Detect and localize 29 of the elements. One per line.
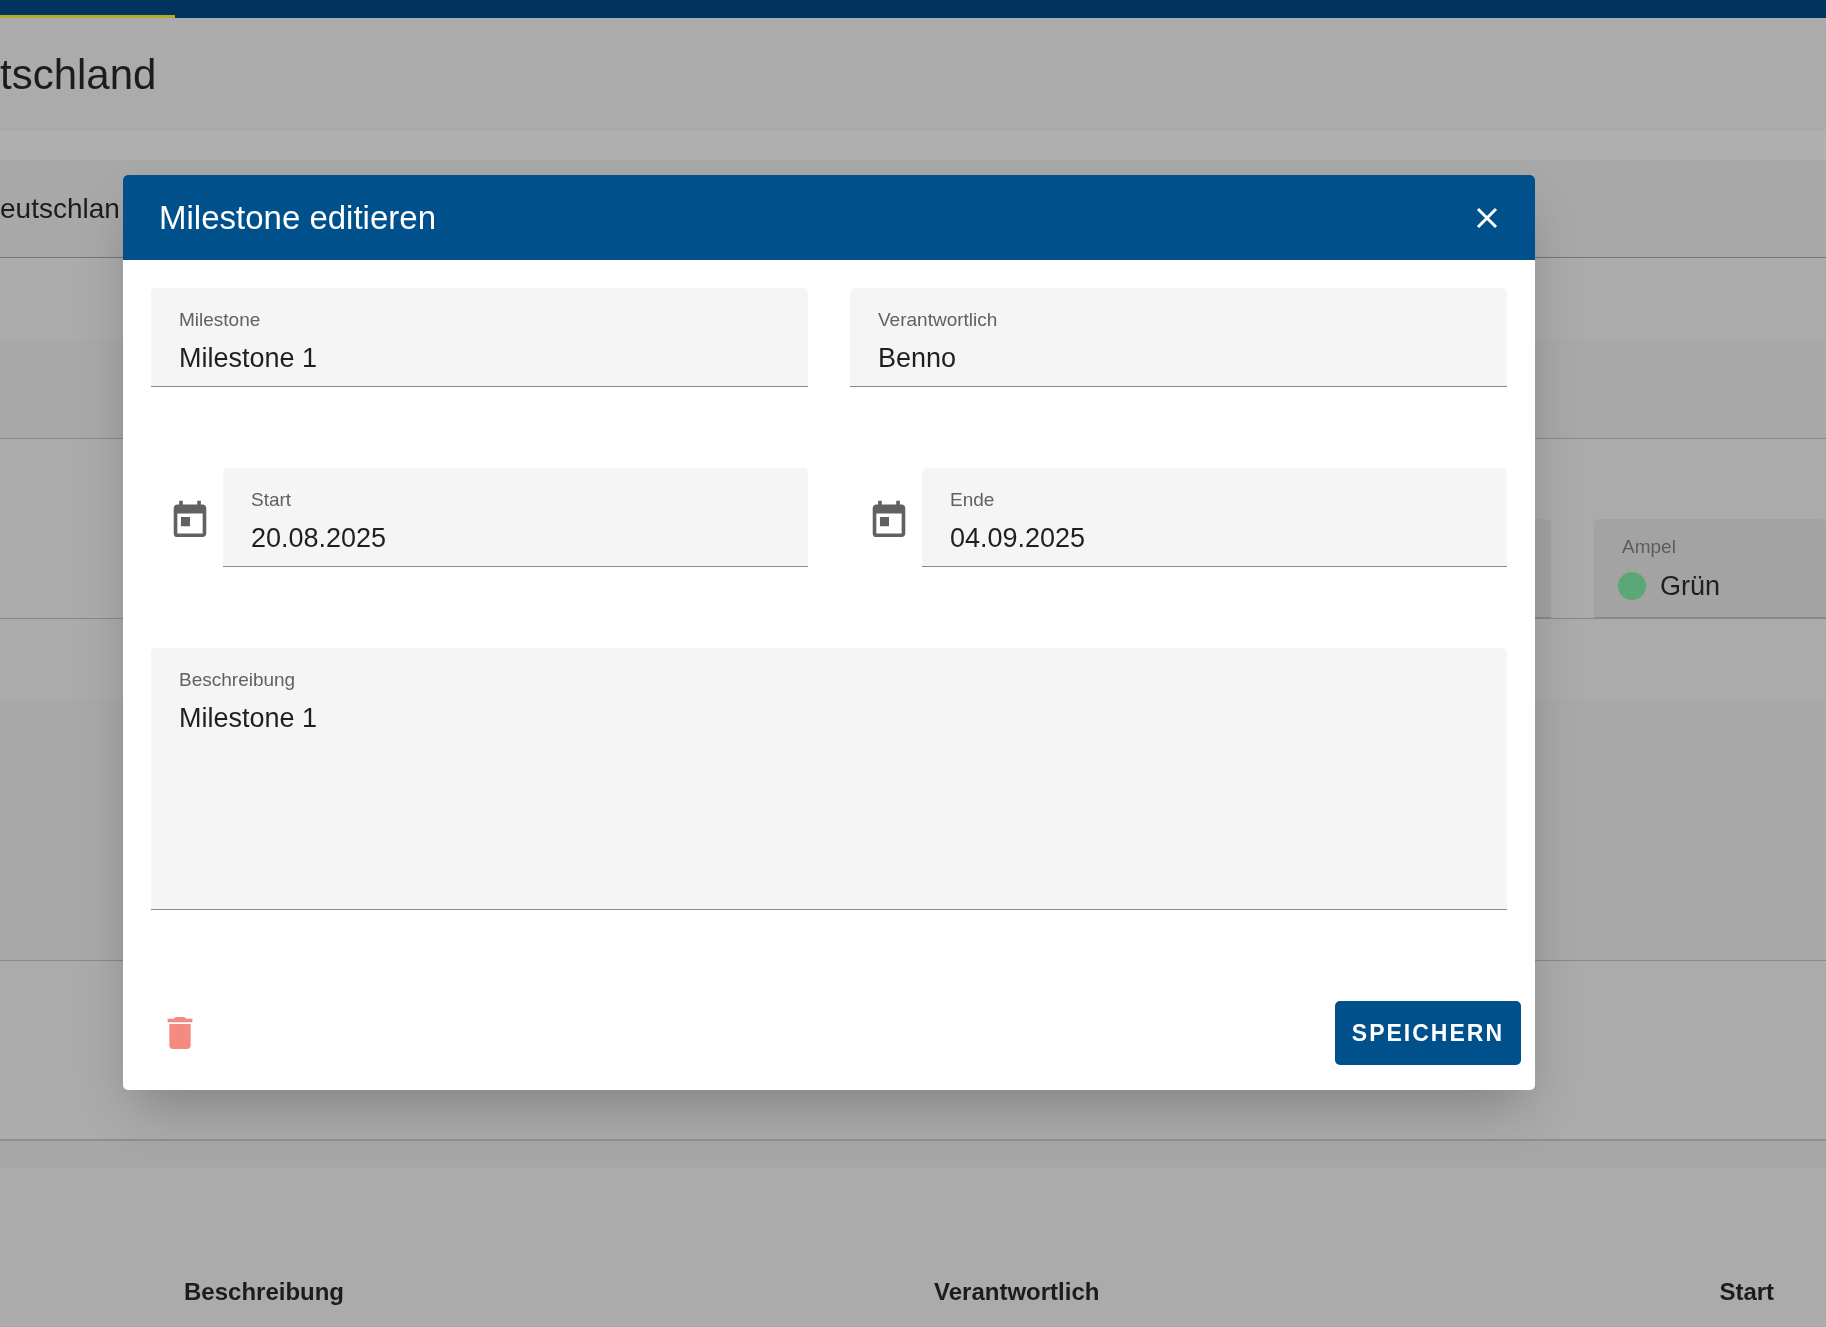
- save-button[interactable]: SPEICHERN: [1334, 1001, 1521, 1065]
- close-icon: [1476, 206, 1498, 229]
- column-header: Verantwortlich: [934, 1277, 1100, 1307]
- dialog-title: Milestone editieren: [159, 197, 436, 238]
- text-field[interactable]: Verantwortlich Benno: [850, 288, 1507, 387]
- field-value: Milestone 1: [179, 342, 319, 375]
- calendar-icon[interactable]: [872, 498, 906, 537]
- page-heading: tschland: [0, 50, 157, 100]
- ampel-field[interactable]: Ampel Grün: [1594, 519, 1826, 618]
- text-field[interactable]: Milestone Milestone 1: [151, 288, 808, 387]
- description-textarea[interactable]: Beschreibung Milestone 1: [151, 648, 1507, 910]
- field-label: Verantwortlich: [878, 310, 999, 329]
- trash-icon: [167, 1017, 193, 1049]
- field-value: Grün: [1660, 570, 1721, 603]
- row-label: eutschlan: [0, 191, 120, 226]
- calendar-icon[interactable]: [173, 498, 207, 537]
- field-label: Ampel: [1622, 537, 1677, 556]
- field-value: 20.08.2025: [251, 522, 388, 555]
- date-field[interactable]: Ende 04.09.2025: [922, 468, 1507, 567]
- column-header: Beschreibung: [184, 1277, 345, 1307]
- field-label: Milestone: [179, 310, 262, 329]
- field-label: Beschreibung: [179, 670, 297, 689]
- date-field[interactable]: Start 20.08.2025: [223, 468, 808, 567]
- field-value: Benno: [878, 342, 958, 375]
- field-value: Milestone 1: [179, 702, 319, 735]
- field-value: 04.09.2025: [950, 522, 1087, 555]
- field-label: Start: [251, 490, 293, 509]
- field-label: Ende: [950, 490, 996, 509]
- column-header: Start: [1719, 1277, 1775, 1307]
